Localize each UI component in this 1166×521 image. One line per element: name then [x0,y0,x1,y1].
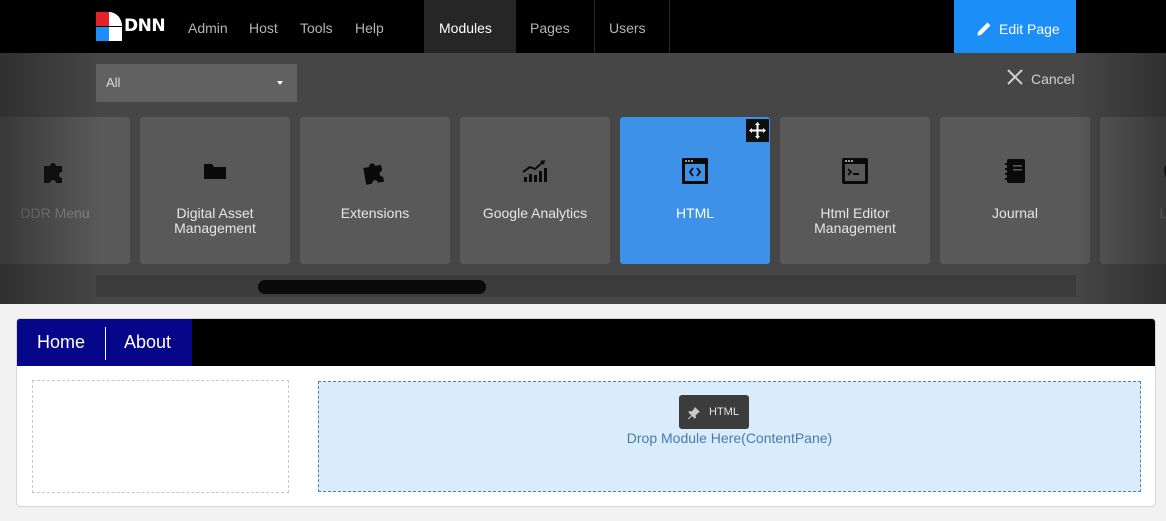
logo-text: DNN [124,16,166,36]
nav-users-label: Users [609,20,646,36]
nav-tools[interactable]: Tools [300,0,333,53]
nav-modules-dropdown[interactable]: Modules [424,0,515,87]
module-tile-extensions[interactable]: Extensions [300,117,450,264]
module-scrollbar-thumb[interactable] [258,280,486,294]
module-tile-digital-asset-management[interactable]: Digital Asset Management [140,117,290,264]
content-pane-dropzone[interactable]: HTML Drop Module Here(ContentPane) [318,381,1141,492]
add-module-panel: All Cancel DDR Menu Digital Asset Manage… [0,53,1166,304]
notebook-icon [1005,159,1025,183]
module-tile-label: HTML [675,205,715,221]
module-category-value: All [106,75,121,90]
nav-host[interactable]: Host [249,0,278,53]
site-menu: Home About [17,319,192,366]
puzzle-icon [44,163,62,183]
module-tile-google-analytics[interactable]: Google Analytics [460,117,610,264]
nav-users-dropdown[interactable]: Users [594,0,670,87]
drop-module-hint: Drop Module Here(ContentPane) [626,430,833,446]
module-tile-label: Journal [992,205,1038,221]
module-tile-html-editor-management[interactable]: Html Editor Management [780,117,930,264]
site-menu-bar: Home About [17,319,1155,366]
module-tile-label: Extensions [340,205,410,221]
module-tile-label: Html Editor Management [814,205,896,236]
nav-help[interactable]: Help [355,0,384,53]
puzzle-icon [363,163,384,185]
move-arrows-icon [749,122,766,139]
module-tile-languages[interactable]: Lang [1100,117,1166,264]
module-tile-label: Lang [1159,205,1166,221]
close-icon [1007,69,1023,85]
folder-icon [204,164,226,179]
edit-page-label: Edit Page [999,21,1060,37]
left-pane[interactable] [32,380,289,493]
menu-about[interactable]: About [124,319,171,366]
nav-pages-dropdown[interactable]: Pages [515,0,594,87]
globe-icon [1164,164,1166,178]
module-tile-html[interactable]: HTML [620,117,770,264]
pin-icon [687,407,700,420]
chevron-down-icon [277,81,283,85]
menu-home[interactable]: Home [37,319,85,366]
module-tile-ddr-menu[interactable]: DDR Menu [0,117,130,264]
nav-modules-label: Modules [439,20,492,36]
page-canvas: Home About HTML Drop Module Here(Content… [16,318,1156,507]
nav-pages-label: Pages [530,20,570,36]
code-window-icon [682,158,708,184]
nav-admin[interactable]: Admin [188,0,228,53]
terminal-window-icon [842,158,868,184]
dragged-module-badge[interactable]: HTML [679,395,749,429]
pencil-icon [977,22,991,36]
control-bar: DNN Admin Host Tools Help Modules Pages … [0,0,1166,87]
module-tile-label: DDR Menu [20,205,90,221]
module-tile-journal[interactable]: Journal [940,117,1090,264]
edit-page-button[interactable]: Edit Page [954,0,1076,53]
dnn-logo[interactable]: DNN [96,12,166,42]
dnn-logo-icon [96,12,122,41]
module-tile-label: Digital Asset Management [174,205,256,236]
module-scrollbar[interactable] [96,275,1076,297]
module-tile-label: Google Analytics [482,205,588,221]
cancel-label: Cancel [1031,71,1075,87]
module-category-select[interactable]: All [96,64,297,102]
dragged-module-label: HTML [709,406,739,418]
chart-trend-icon [522,160,547,182]
move-handle[interactable] [746,119,769,142]
menu-divider [105,327,106,360]
